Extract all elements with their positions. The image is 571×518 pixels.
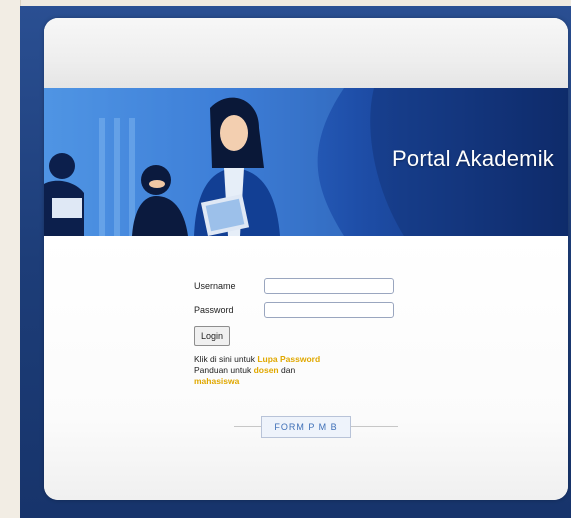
guide-line-2: mahasiswa (194, 376, 414, 387)
card-header (44, 18, 568, 88)
guide-mid: dan (280, 365, 296, 375)
guide-line: Panduan untuk dosen dan (194, 365, 414, 376)
guide-mahasiswa-link[interactable]: mahasiswa (194, 376, 239, 386)
form-pmb-button[interactable]: FORM P M B (261, 416, 351, 438)
login-form: Username Password Login Klik di sini unt… (194, 276, 414, 387)
username-label: Username (194, 281, 236, 291)
left-edge-strip (0, 0, 21, 518)
portal-card: Portal Akademik Username Password Login … (44, 18, 568, 500)
guide-prefix: Panduan untuk (194, 365, 252, 375)
forgot-prefix: Klik di sini untuk (194, 354, 255, 364)
login-button[interactable]: Login (194, 326, 231, 346)
info-text: Klik di sini untuk Lupa Password Panduan… (194, 354, 414, 387)
login-area: Username Password Login Klik di sini unt… (44, 236, 568, 500)
guide-dosen-link[interactable]: dosen (254, 365, 279, 375)
banner: Portal Akademik (44, 88, 568, 236)
username-input[interactable] (264, 278, 394, 294)
forgot-password-link[interactable]: Lupa Password (257, 354, 320, 364)
password-input[interactable] (264, 302, 394, 318)
form-pmb-wrap: FORM P M B (44, 416, 568, 438)
password-label: Password (194, 305, 234, 315)
forgot-line: Klik di sini untuk Lupa Password (194, 354, 414, 365)
portal-title: Portal Akademik (392, 146, 554, 171)
password-row: Password (194, 300, 414, 320)
username-row: Username (194, 276, 414, 296)
